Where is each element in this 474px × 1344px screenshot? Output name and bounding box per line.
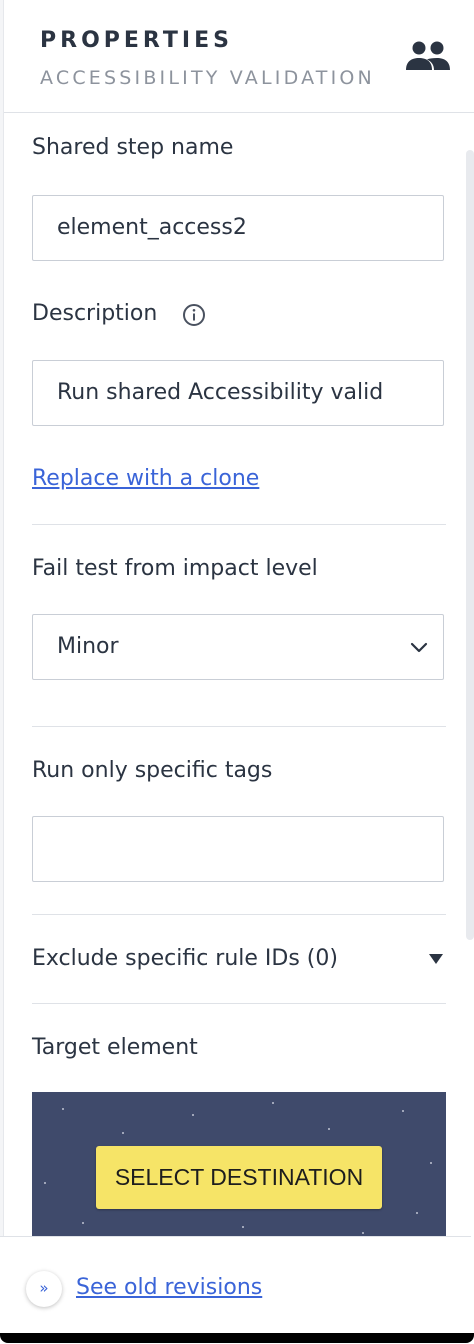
star — [272, 1102, 274, 1104]
target-element-label: Target element — [32, 1035, 198, 1060]
impact-level-label: Fail test from impact level — [32, 556, 318, 581]
people-icon[interactable] — [405, 40, 451, 72]
scrollbar[interactable] — [466, 150, 474, 940]
star — [82, 1222, 84, 1224]
select-destination-button[interactable]: SELECT DESTINATION — [96, 1146, 382, 1209]
shared-step-name-label: Shared step name — [32, 135, 234, 160]
panel-title: PROPERTIES — [40, 28, 233, 53]
description-label: Description — [32, 301, 158, 326]
specific-tags-label: Run only specific tags — [32, 758, 273, 783]
shared-step-name-field[interactable]: element_access2 — [32, 195, 444, 261]
star — [328, 1128, 330, 1130]
properties-panel: PROPERTIES ACCESSIBILITY VALIDATION Shar… — [3, 0, 474, 1343]
panel-footer: » See old revisions — [0, 1236, 471, 1344]
star — [430, 1162, 432, 1164]
description-field[interactable]: Run shared Accessibility valid — [32, 360, 444, 426]
divider — [32, 524, 446, 525]
divider — [32, 1003, 446, 1004]
device-bottom-edge — [0, 1333, 474, 1343]
star — [192, 1114, 194, 1116]
chevron-down-icon — [410, 642, 428, 653]
star — [122, 1132, 124, 1134]
star — [416, 1212, 418, 1214]
star — [402, 1110, 404, 1112]
panel-subtitle: ACCESSIBILITY VALIDATION — [40, 67, 375, 89]
impact-level-value: Minor — [57, 634, 119, 659]
replace-with-clone-link[interactable]: Replace with a clone — [32, 466, 259, 491]
see-old-revisions-link[interactable]: See old revisions — [76, 1275, 262, 1300]
double-chevron-right-icon[interactable]: » — [26, 1271, 62, 1307]
info-icon[interactable] — [182, 303, 206, 327]
star — [362, 1232, 364, 1234]
caret-down-icon[interactable] — [428, 953, 444, 965]
divider — [32, 726, 446, 727]
star — [44, 1182, 46, 1184]
star — [62, 1108, 64, 1110]
target-element-preview: SELECT DESTINATION — [32, 1092, 446, 1242]
specific-tags-field[interactable] — [32, 816, 444, 882]
panel-header: PROPERTIES ACCESSIBILITY VALIDATION — [4, 0, 474, 113]
impact-level-select[interactable]: Minor — [32, 614, 444, 680]
divider — [32, 914, 446, 915]
exclude-rule-ids-toggle[interactable]: Exclude specific rule IDs (0) — [32, 946, 338, 971]
star — [242, 1226, 244, 1228]
